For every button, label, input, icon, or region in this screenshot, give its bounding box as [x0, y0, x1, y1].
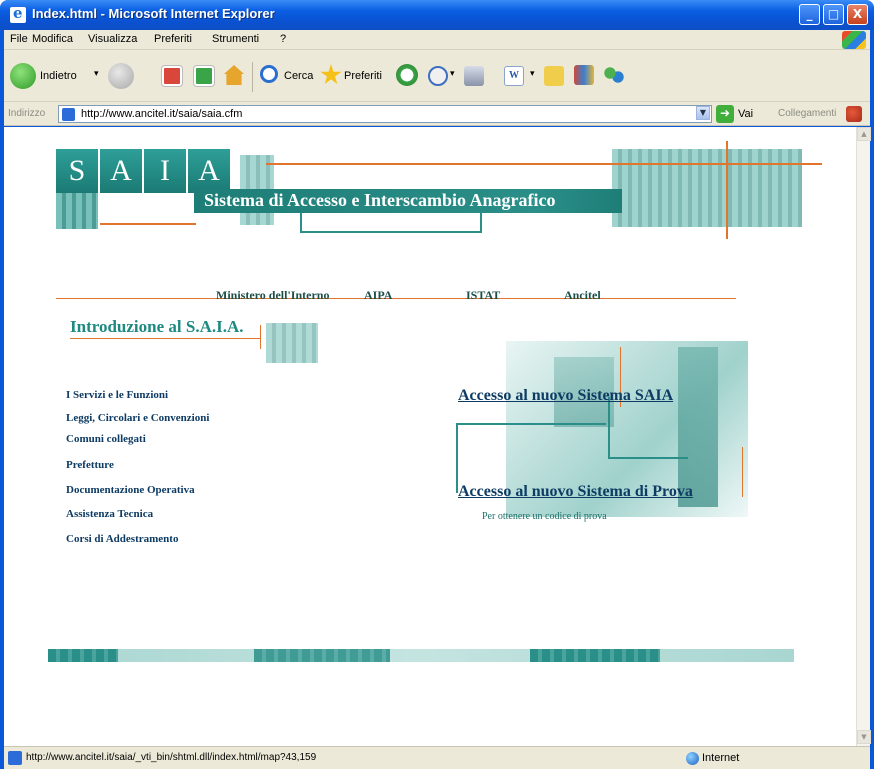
address-label: Indirizzo [8, 108, 46, 119]
link-prefetture[interactable]: Prefetture [66, 459, 114, 471]
logo-letter-a2: A [188, 149, 230, 193]
status-bar: http://www.ancitel.it/saia/_vti_bin/shtm… [4, 746, 870, 769]
menu-strumenti[interactable]: Strumenti [212, 33, 259, 45]
logo-letter-a: A [100, 149, 142, 193]
address-dropdown-icon[interactable]: ▼ [696, 106, 710, 120]
edit-dropdown-icon[interactable]: ▾ [530, 68, 535, 79]
go-arrow-icon[interactable]: ➜ [716, 105, 734, 123]
logo-letter-s: S [56, 149, 98, 193]
menu-file[interactable]: File [10, 33, 28, 45]
link-corsi[interactable]: Corsi di Addestramento [66, 533, 178, 545]
title-bar: Index.html - Microsoft Internet Explorer… [0, 0, 874, 30]
home-icon[interactable] [224, 65, 244, 85]
vertical-scrollbar[interactable]: ▲ ▼ [856, 127, 871, 746]
nav-aipa[interactable]: AIPA [364, 288, 392, 303]
print-icon[interactable] [464, 66, 484, 86]
ie-icon [10, 4, 26, 23]
refresh-icon[interactable] [194, 66, 214, 86]
research-icon[interactable] [574, 65, 594, 85]
address-bar: Indirizzo http://www.ancitel.it/saia/sai… [4, 102, 870, 126]
menu-preferiti[interactable]: Preferiti [154, 33, 192, 45]
status-text: http://www.ancitel.it/saia/_vti_bin/shtm… [26, 752, 317, 763]
folder-icon[interactable] [544, 66, 564, 86]
scroll-down-icon[interactable]: ▼ [857, 730, 871, 744]
page-status-icon [8, 751, 22, 765]
toolbar: Indietro ▾ Cerca Preferiti ▾ W ▾ [4, 50, 870, 102]
link-test-code[interactable]: Per ottenere un codice di prova [482, 511, 607, 522]
globe-icon [686, 752, 699, 765]
page-content: S A I A Sistema di Accesso e Interscambi… [4, 127, 856, 746]
go-button[interactable]: Vai [738, 108, 753, 120]
browser-window: Index.html - Microsoft Internet Explorer… [0, 0, 874, 769]
banner-title: Sistema di Accesso e Interscambio Anagra… [204, 190, 556, 210]
link-assistenza[interactable]: Assistenza Tecnica [66, 508, 153, 520]
word-edit-icon[interactable]: W [504, 66, 524, 86]
forward-arrow-icon[interactable] [108, 63, 134, 89]
link-access-test[interactable]: Accesso al nuovo Sistema di Prova [458, 483, 693, 501]
link-leggi[interactable]: Leggi, Circolari e Convenzioni [66, 412, 209, 424]
scroll-up-icon[interactable]: ▲ [857, 127, 871, 141]
stop-icon[interactable] [162, 66, 182, 86]
favorites-star-icon[interactable] [320, 64, 342, 85]
security-zone: Internet [702, 752, 740, 764]
mail-icon[interactable] [428, 66, 448, 86]
address-url[interactable]: http://www.ancitel.it/saia/saia.cfm [81, 108, 242, 120]
back-label[interactable]: Indietro [40, 70, 77, 82]
link-servizi[interactable]: I Servizi e le Funzioni [66, 389, 168, 401]
address-input[interactable]: http://www.ancitel.it/saia/saia.cfm [58, 105, 712, 123]
search-label[interactable]: Cerca [284, 70, 313, 82]
link-comuni[interactable]: Comuni collegati [66, 433, 146, 445]
page-icon [62, 108, 75, 121]
messenger-icon[interactable] [604, 65, 624, 85]
menu-bar: File Modifica Visualizza Preferiti Strum… [4, 30, 870, 50]
back-dropdown-icon[interactable]: ▾ [94, 68, 99, 79]
arcade-image [612, 149, 802, 227]
links-icon[interactable] [846, 106, 862, 122]
close-button[interactable]: X [847, 4, 868, 25]
link-documentazione[interactable]: Documentazione Operativa [66, 484, 195, 496]
nav-istat[interactable]: ISTAT [466, 288, 500, 303]
intro-title[interactable]: Introduzione al S.A.I.A. [70, 317, 244, 337]
nav-ancitel[interactable]: Ancitel [564, 288, 601, 303]
minimize-button[interactable]: _ [799, 4, 820, 25]
mail-dropdown-icon[interactable]: ▾ [450, 68, 455, 79]
window-title: Index.html - Microsoft Internet Explorer [32, 6, 275, 21]
maximize-button[interactable]: □ [823, 4, 844, 25]
menu-modifica[interactable]: Modifica [32, 33, 73, 45]
search-icon[interactable] [260, 65, 278, 83]
history-icon[interactable] [396, 64, 418, 86]
links-button[interactable]: Collegamenti [778, 108, 836, 119]
favorites-label[interactable]: Preferiti [344, 70, 382, 82]
menu-help[interactable]: ? [280, 33, 286, 45]
nav-ministero[interactable]: Ministero dell'Interno [216, 288, 329, 303]
footer-strip [48, 649, 794, 662]
link-access-saia[interactable]: Accesso al nuovo Sistema SAIA [458, 387, 673, 405]
logo-letter-i: I [144, 149, 186, 193]
menu-visualizza[interactable]: Visualizza [88, 33, 137, 45]
windows-logo-icon [842, 31, 866, 49]
arch-image [56, 193, 98, 229]
intro-image [266, 323, 318, 363]
back-arrow-icon[interactable] [10, 63, 36, 89]
